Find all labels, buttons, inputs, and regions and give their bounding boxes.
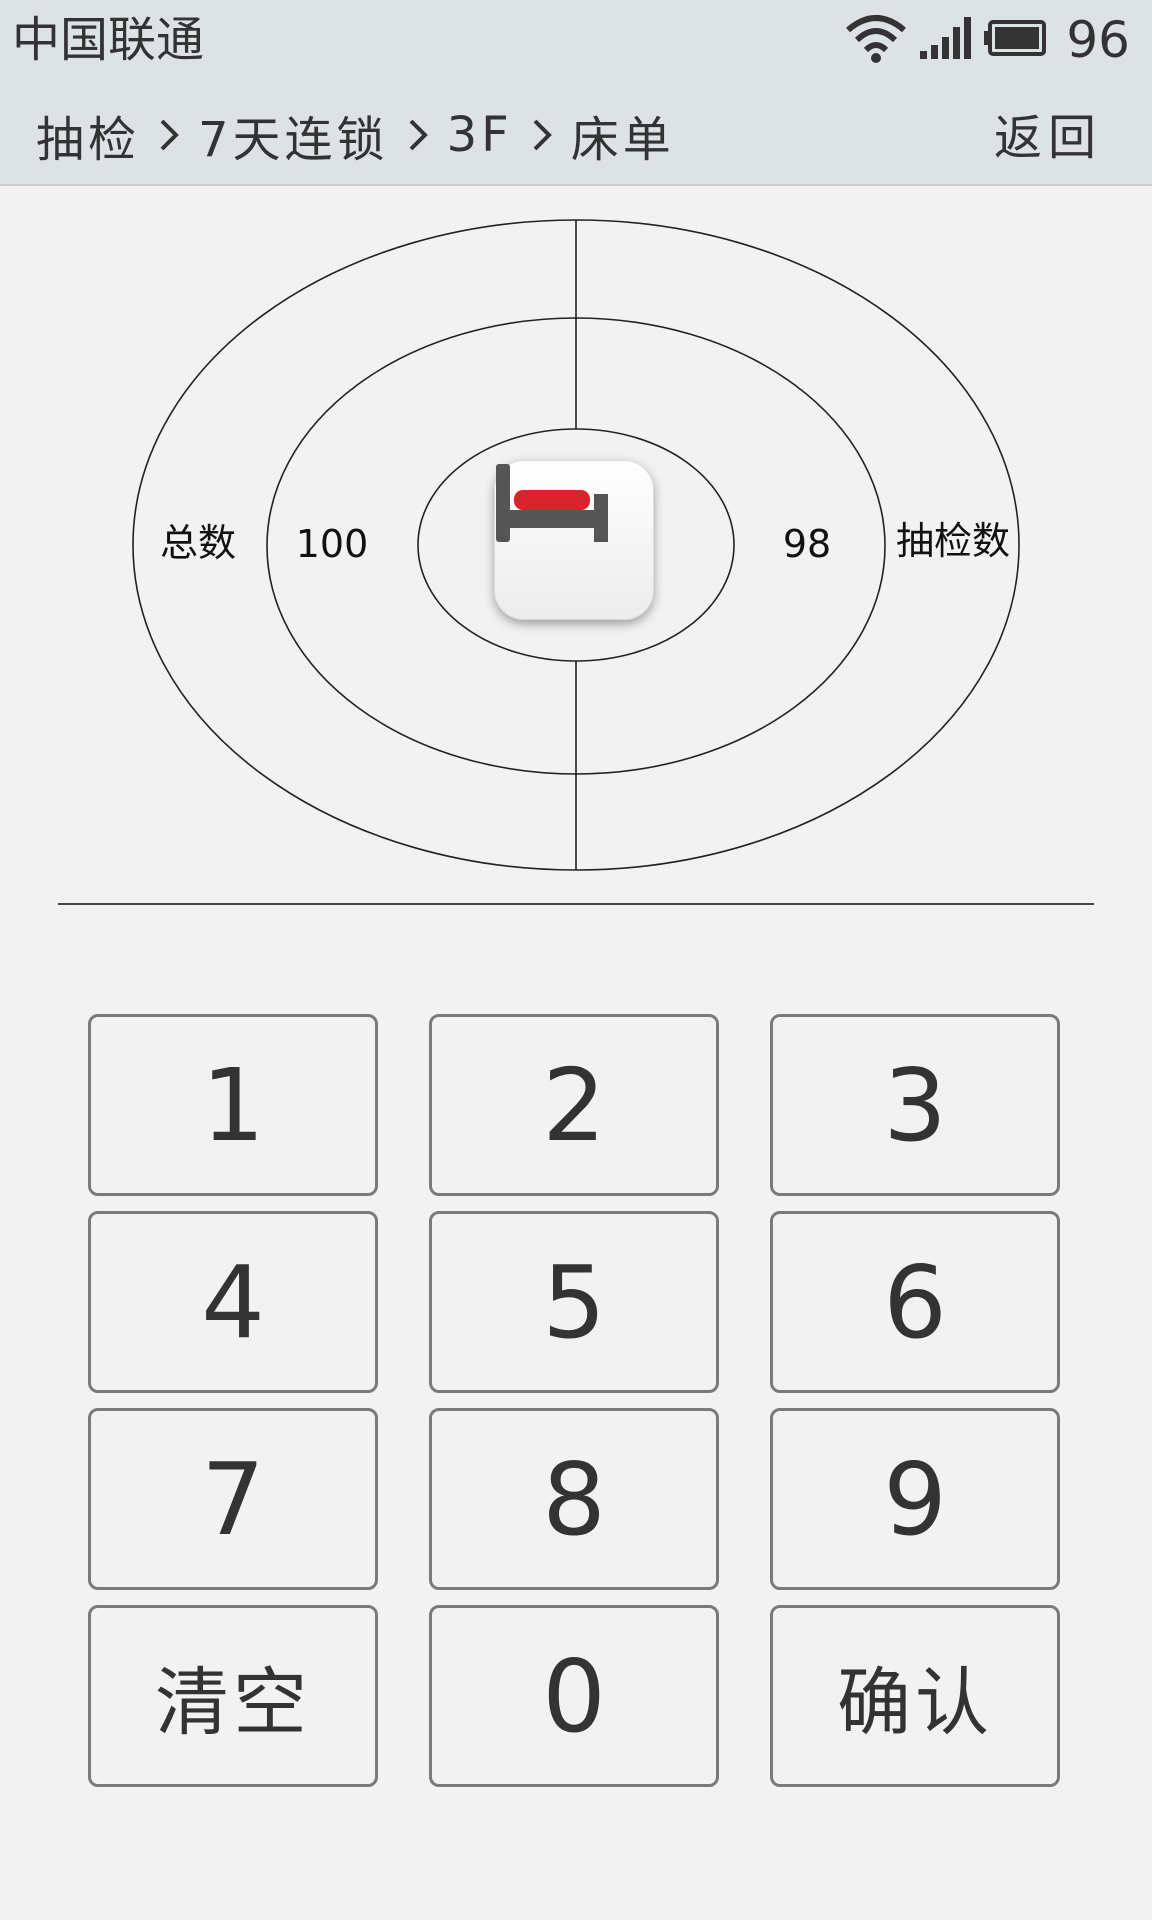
sampled-label: 抽检数 <box>895 519 1011 563</box>
key-4[interactable]: 4 <box>88 1211 378 1393</box>
clear-button[interactable]: 清空 <box>88 1605 378 1787</box>
confirm-button[interactable]: 确认 <box>770 1605 1060 1787</box>
chevron-right-icon <box>160 119 179 151</box>
key-8[interactable]: 8 <box>429 1408 719 1590</box>
breadcrumb-item-hotel[interactable]: 7天连锁 <box>198 100 389 170</box>
carrier-name: 中国联通 <box>12 12 205 68</box>
section-divider <box>58 903 1094 905</box>
back-button[interactable]: 返回 <box>994 98 1102 168</box>
chevron-right-icon <box>533 119 552 151</box>
key-7[interactable]: 7 <box>88 1408 378 1590</box>
status-icons: 96 <box>844 10 1130 70</box>
key-1[interactable]: 1 <box>88 1014 378 1196</box>
breadcrumb-item-sampling[interactable]: 抽检 <box>36 100 140 170</box>
signal-icon <box>918 15 974 65</box>
key-3[interactable]: 3 <box>770 1014 1060 1196</box>
breadcrumb-item-sheets: 床单 <box>570 112 675 168</box>
bed-icon-badge <box>494 460 654 620</box>
key-0[interactable]: 0 <box>429 1605 719 1787</box>
sampled-value: 98 <box>782 522 832 566</box>
battery-level: 96 <box>1066 11 1130 69</box>
key-5[interactable]: 5 <box>429 1211 719 1393</box>
key-6[interactable]: 6 <box>770 1211 1060 1393</box>
summary-dial: 总数 100 98 抽检数 <box>0 184 1152 904</box>
numeric-keypad: 1 2 3 4 5 6 7 8 9 清空 0 确认 <box>88 1014 1064 1787</box>
top-bar: 中国联通 96 抽检 7天连锁 3F 床单 返回 <box>0 0 1152 186</box>
breadcrumb: 抽检 7天连锁 3F 床单 <box>36 100 675 170</box>
chevron-right-icon <box>409 119 428 151</box>
battery-icon <box>984 18 1048 62</box>
key-2[interactable]: 2 <box>429 1014 719 1196</box>
key-9[interactable]: 9 <box>770 1408 1060 1590</box>
total-label: 总数 <box>159 521 237 565</box>
total-value: 100 <box>295 522 369 566</box>
breadcrumb-item-floor[interactable]: 3F <box>447 107 513 163</box>
wifi-icon <box>844 12 908 68</box>
